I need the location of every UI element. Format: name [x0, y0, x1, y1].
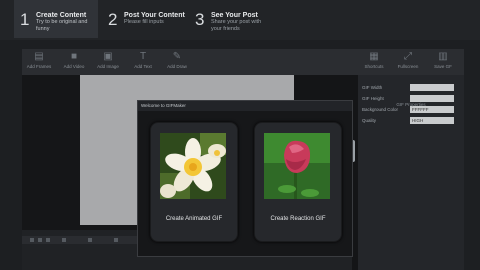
create-reaction-gif-label: Create Reaction GIF: [270, 216, 326, 222]
properties-header: GIF Properties: [396, 102, 426, 107]
tool-label: Shortcuts: [364, 64, 384, 69]
step-post-content[interactable]: 2 Post Your Content Please fill inputs: [102, 0, 186, 38]
step-create-content[interactable]: 1 Create Content Try to be original and …: [14, 0, 98, 38]
step-title: See Your Post: [211, 12, 258, 19]
prop-label: GIF Width: [362, 85, 383, 90]
step-see-post[interactable]: 3 See Your Post Share your post with you…: [189, 0, 273, 38]
frames-panel: [22, 75, 80, 230]
gif-height-input[interactable]: [410, 95, 454, 102]
pink-rose-image: [264, 133, 330, 199]
text-icon: T: [139, 51, 147, 62]
frame-marker: [88, 238, 92, 242]
step-subtitle: funny: [36, 26, 50, 32]
quality-row: Quality HIGH: [362, 117, 460, 125]
step-subtitle: Share your post with: [211, 19, 262, 25]
create-animated-gif-card[interactable]: Create Animated GIF: [150, 122, 238, 242]
welcome-dialog: Welcome to GIFMaker Create Animated GIF: [137, 100, 353, 257]
background-color-input[interactable]: FFFFFF: [410, 106, 454, 113]
prop-label: Background Color: [362, 107, 399, 112]
quality-select[interactable]: HIGH: [410, 117, 454, 124]
add-frames-button[interactable]: ▤ Add Frames: [25, 49, 53, 75]
gif-width-input[interactable]: [410, 84, 454, 91]
shortcuts-button[interactable]: ▦ Shortcuts: [360, 49, 388, 75]
fullscreen-button[interactable]: ⤢ Fullscreen: [394, 49, 422, 75]
add-text-button[interactable]: T Add Text: [129, 49, 157, 75]
step-subtitle: Try to be original and: [36, 19, 88, 25]
editor-toolbar: ▤ Add Frames ■ Add Video ▣ Add Image T A…: [22, 49, 464, 75]
dialog-title: Welcome to GIFMaker: [138, 101, 352, 111]
loop-icon[interactable]: [46, 238, 50, 242]
step-subtitle: your friends: [211, 26, 240, 32]
fullscreen-icon: ⤢: [404, 51, 412, 62]
add-draw-button[interactable]: ✎ Add Draw: [163, 49, 191, 75]
tool-label: Fullscreen: [397, 64, 419, 69]
tool-label: Add Frames: [26, 64, 52, 69]
image-icon: ▣: [103, 51, 113, 62]
add-image-button[interactable]: ▣ Add Image: [94, 49, 122, 75]
brush-icon: ✎: [172, 51, 182, 62]
create-reaction-gif-card[interactable]: Create Reaction GIF: [254, 122, 342, 242]
step-subtitle: Please fill inputs: [124, 19, 164, 25]
step-title: Create Content: [36, 12, 87, 19]
prop-label: Quality: [362, 118, 377, 123]
create-animated-gif-label: Create Animated GIF: [165, 216, 223, 222]
tool-label: Save GF: [434, 64, 452, 69]
background-color-row: Background Color FFFFFF: [362, 106, 460, 114]
step-number: 3: [195, 10, 205, 29]
step-title: Post Your Content: [124, 12, 185, 19]
frame-marker: [62, 238, 66, 242]
grid-icon: ▦: [369, 51, 379, 62]
tool-label: Add Image: [97, 64, 119, 69]
frame-marker: [114, 238, 118, 242]
video-icon: ■: [70, 51, 78, 62]
prop-label: GIF Height: [362, 96, 384, 101]
step-number: 2: [108, 10, 118, 29]
film-icon: ▤: [34, 51, 44, 62]
tool-label: Add Draw: [167, 64, 187, 69]
plumeria-flower-image: [160, 133, 226, 199]
gif-properties-panel: GIF Width GIF Height Background Color FF…: [358, 75, 464, 270]
save-gif-button[interactable]: ▥ Save GF: [429, 49, 457, 75]
stop-icon[interactable]: [38, 238, 42, 242]
tool-label: Add Video: [63, 64, 85, 69]
step-header: 1 Create Content Try to be original and …: [0, 0, 480, 40]
gif-width-row: GIF Width: [362, 84, 460, 92]
tool-label: Add Text: [134, 64, 152, 69]
save-icon: ▥: [438, 51, 448, 62]
step-number: 1: [20, 10, 30, 29]
add-video-button[interactable]: ■ Add Video: [60, 49, 88, 75]
play-icon[interactable]: [30, 238, 34, 242]
